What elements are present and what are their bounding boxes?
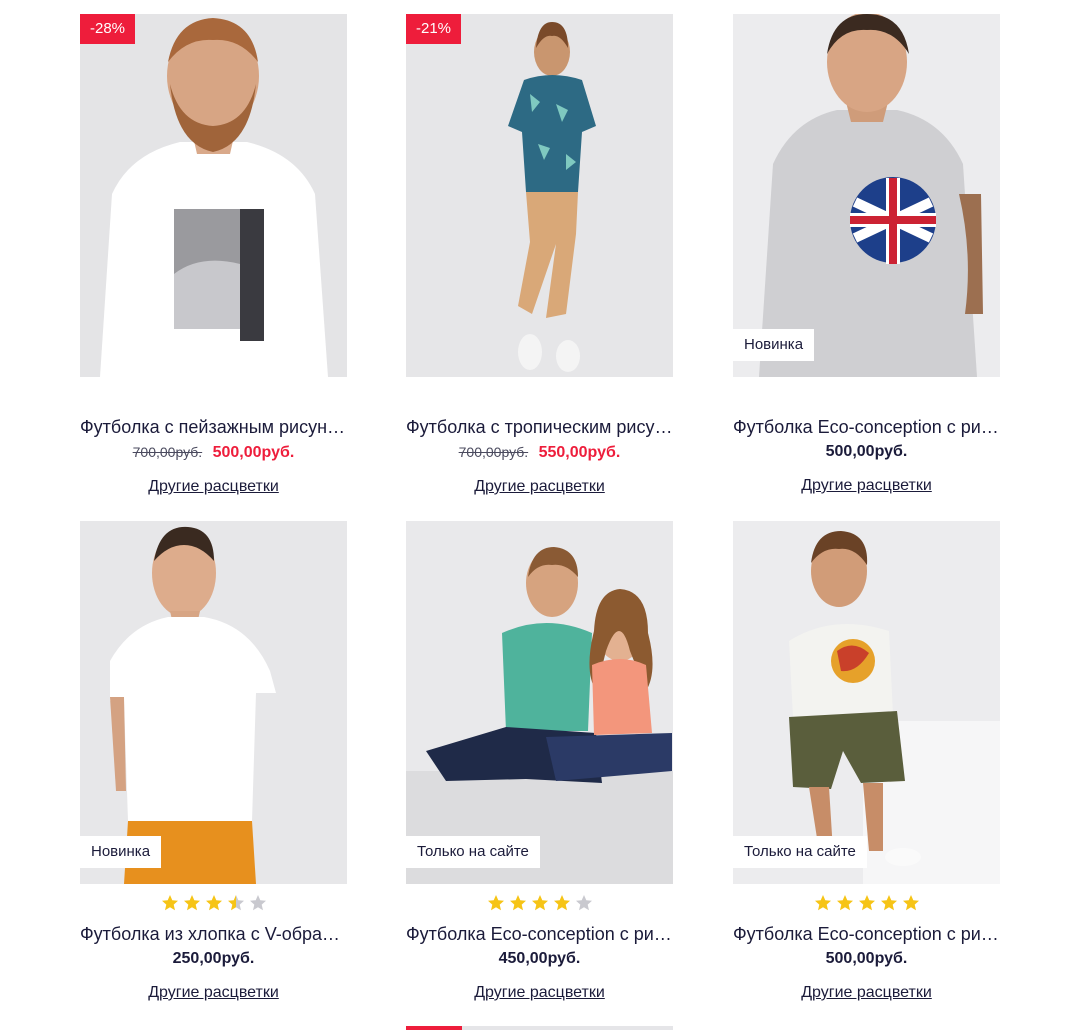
product-image[interactable]: Только на сайте — [406, 521, 673, 884]
other-colors-link[interactable]: Другие расцветки — [80, 983, 347, 1003]
discount-badge: -28% — [80, 14, 136, 44]
product-title[interactable]: Футболка Eco-conception с рисунком — [406, 922, 673, 946]
star-filled-icon — [161, 895, 178, 911]
star-filled-icon — [858, 895, 875, 911]
other-colors-link[interactable]: Другие расцветки — [733, 983, 1000, 1003]
star-filled-icon — [836, 895, 853, 911]
product-image[interactable]: Новинка — [80, 521, 347, 884]
star-empty-icon — [249, 895, 266, 911]
star-rating — [406, 894, 673, 916]
price-row: 500,00руб. — [733, 948, 1000, 970]
star-filled-icon — [880, 895, 897, 911]
new-badge: Новинка — [733, 329, 815, 361]
star-filled-icon — [205, 895, 222, 911]
product-title[interactable]: Футболка из хлопка с V-образным вырезом — [80, 922, 347, 946]
price-row: 700,00руб. 500,00руб. — [80, 441, 347, 464]
star-half-icon — [227, 895, 244, 911]
star-rating — [733, 894, 1000, 916]
price: 250,00руб. — [172, 950, 255, 967]
star-filled-icon — [509, 895, 526, 911]
star-filled-icon — [814, 895, 831, 911]
price-row: 500,00руб. — [733, 441, 1000, 463]
pagination-progress[interactable] — [406, 1026, 673, 1030]
product-image[interactable]: Только на сайте — [733, 521, 1000, 884]
product-title[interactable]: Футболка с пейзажным рисунком — [80, 415, 347, 439]
product-image[interactable]: Новинка — [733, 14, 1000, 377]
star-filled-icon — [902, 895, 919, 911]
other-colors-link[interactable]: Другие расцветки — [406, 983, 673, 1003]
other-colors-link[interactable]: Другие расцветки — [733, 476, 1000, 496]
price: 500,00руб. — [825, 950, 908, 967]
online-only-badge: Только на сайте — [733, 836, 867, 868]
product-title[interactable]: Футболка с тропическим рисунком — [406, 415, 673, 439]
star-empty-icon — [575, 895, 592, 911]
product-title[interactable]: Футболка Eco-conception с рисунком — [733, 922, 1000, 946]
price: 450,00руб. — [498, 950, 581, 967]
product-card[interactable]: -21% Футболка с тропическим рисунком 700… — [406, 14, 673, 497]
price-row: 700,00руб. 550,00руб. — [406, 441, 673, 464]
product-image[interactable]: -28% — [80, 14, 347, 377]
product-card[interactable]: Только на сайте Футболка Eco-conception … — [733, 521, 1000, 1003]
new-badge: Новинка — [80, 836, 162, 868]
discount-badge: -21% — [406, 14, 462, 44]
price-row: 450,00руб. — [406, 948, 673, 970]
product-card[interactable]: Только на сайте Футболка Eco-conception … — [406, 521, 673, 1003]
online-only-badge: Только на сайте — [406, 836, 540, 868]
price: 500,00руб. — [825, 443, 908, 460]
product-card[interactable]: -28% Футболка с пейзажным рисунком 700,0… — [80, 14, 347, 497]
other-colors-link[interactable]: Другие расцветки — [406, 477, 673, 497]
product-image[interactable]: -21% — [406, 14, 673, 377]
sale-price: 550,00руб. — [538, 444, 621, 461]
pagination-progress-active — [406, 1026, 462, 1030]
old-price: 700,00руб. — [458, 444, 529, 460]
product-grid: -28% Футболка с пейзажным рисунком 700,0… — [0, 0, 1080, 1030]
star-filled-icon — [487, 895, 504, 911]
other-colors-link[interactable]: Другие расцветки — [80, 477, 347, 497]
star-filled-icon — [553, 895, 570, 911]
sale-price: 500,00руб. — [212, 444, 295, 461]
product-card[interactable]: Новинка Футболка Eco-conception с рисунк… — [733, 14, 1000, 496]
old-price: 700,00руб. — [132, 444, 203, 460]
star-filled-icon — [531, 895, 548, 911]
product-card[interactable]: Новинка Футболка из хлопка с V-образным … — [80, 521, 347, 1003]
price-row: 250,00руб. — [80, 948, 347, 970]
star-filled-icon — [183, 895, 200, 911]
star-rating — [80, 894, 347, 916]
product-title[interactable]: Футболка Eco-conception с рисунком — [733, 415, 1000, 439]
